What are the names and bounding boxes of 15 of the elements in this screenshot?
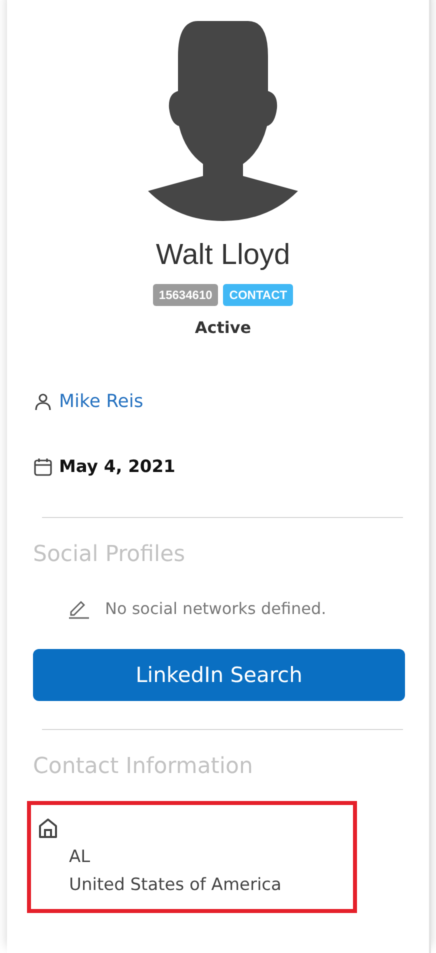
empty-message: No social networks defined.	[105, 598, 326, 618]
home-icon	[37, 817, 59, 839]
date-text: May 4, 2021	[59, 457, 176, 477]
section-heading: Contact Information	[33, 754, 254, 779]
address-line: United States of America	[69, 875, 282, 895]
section-heading: Social Profiles	[33, 542, 186, 567]
type-badge: CONTACT	[223, 284, 294, 306]
contact-name: Walt Lloyd	[156, 239, 290, 272]
status-text: Active	[194, 318, 252, 337]
calendar-icon	[33, 457, 53, 477]
id-badge: 15634610	[152, 284, 218, 306]
address-line: AL	[69, 847, 92, 867]
owner-link[interactable]: Mike Reis	[59, 391, 144, 412]
linkedin-search-button[interactable]: LinkedIn Search	[33, 649, 405, 701]
person-icon	[33, 392, 53, 412]
